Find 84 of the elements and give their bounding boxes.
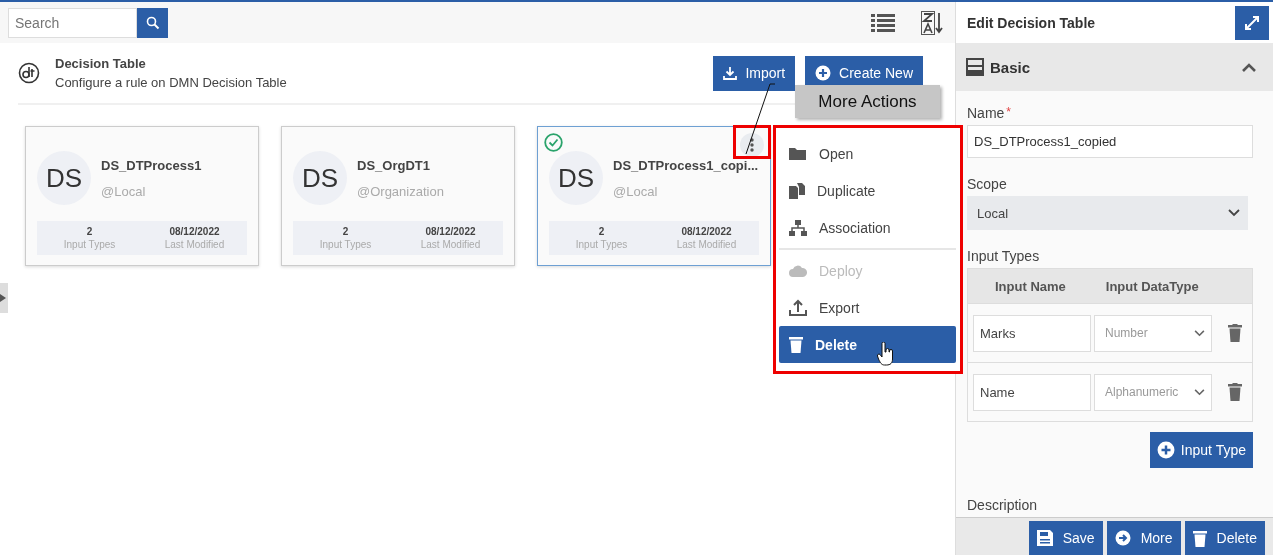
decision-table-card[interactable]: DS DS_DTProcess1 @Local 2 Input Types 08/12/2022 Last Modified — [25, 126, 259, 266]
annotation-highlight — [733, 125, 771, 159]
trash-icon — [1192, 529, 1207, 547]
section-title: Basic — [990, 58, 1032, 76]
card-title: DS_DTProcess1_copi... — [613, 157, 759, 173]
caret-icon — [0, 294, 6, 302]
decision-table-logo-icon — [18, 62, 40, 84]
scope-dropdown[interactable]: Local — [967, 196, 1248, 230]
field-label: Scope — [967, 176, 1007, 192]
more-options-button[interactable] — [740, 133, 764, 157]
panel-title: Edit Decision Table — [967, 14, 1096, 31]
add-input-type-button[interactable]: Input Type — [1149, 432, 1253, 468]
stat-label: Input Types — [63, 239, 116, 250]
search-button[interactable] — [137, 7, 168, 38]
more-actions-tooltip: More Actions — [795, 85, 940, 118]
input-name-field[interactable]: Marks — [973, 314, 1091, 352]
arrow-circle-icon — [1114, 530, 1131, 546]
folder-icon — [789, 146, 807, 161]
field-label: Name — [967, 105, 1005, 121]
text-field[interactable]: DS_DTProcess1_copied — [967, 125, 1253, 158]
sort-icon[interactable] — [921, 10, 943, 35]
menu-item[interactable]: Duplicate — [779, 172, 956, 209]
search-field[interactable]: Search — [8, 7, 137, 38]
save-button[interactable]: Save — [1028, 521, 1103, 555]
form-icon — [966, 58, 984, 76]
card-scope: @Local — [613, 183, 659, 199]
sidebar-toggle[interactable] — [0, 283, 8, 313]
menu-item[interactable]: Open — [779, 135, 956, 172]
stat-label: Input Types — [319, 239, 372, 250]
more-button[interactable]: More — [1106, 521, 1181, 555]
card-scope: @Local — [101, 183, 147, 199]
column-header: Input Name — [995, 278, 1066, 294]
download-icon — [723, 66, 738, 80]
stat-label: Input Types — [575, 239, 628, 250]
search-icon — [145, 15, 160, 30]
plus-circle-icon — [1156, 441, 1175, 459]
expand-button[interactable] — [1235, 5, 1269, 40]
menu-item[interactable]: Delete — [779, 326, 956, 363]
required-mark: * — [1006, 105, 1012, 121]
kebab-icon — [750, 138, 754, 152]
chevron-icon — [1241, 62, 1257, 72]
column-header: Input DataType — [1105, 278, 1199, 294]
stat-value: 2 — [598, 226, 605, 237]
check-circle-icon — [544, 133, 563, 152]
stat-label: Last Modified — [164, 239, 225, 250]
avatar: DS — [37, 151, 91, 205]
stat-label: Last Modified — [420, 239, 481, 250]
field-label: Input Types — [967, 248, 1040, 264]
input-name-field[interactable]: Name — [973, 373, 1091, 411]
stat-value: 08/12/2022 — [425, 226, 476, 237]
upload-icon — [789, 299, 807, 316]
card-title: DS_OrgDT1 — [357, 157, 431, 173]
delete-icon[interactable] — [1228, 324, 1242, 342]
card-scope: @Organization — [357, 183, 444, 199]
trash-icon — [789, 336, 803, 353]
stat-value: 08/12/2022 — [681, 226, 732, 237]
card-title: DS_DTProcess1 — [101, 157, 202, 173]
stat-value: 08/12/2022 — [169, 226, 220, 237]
list-view-icon[interactable] — [871, 12, 895, 33]
stat-value: 2 — [342, 226, 349, 237]
avatar: DS — [549, 151, 603, 205]
decision-table-card[interactable]: DS DS_DTProcess1_copi... @Local 2 Input Types 08/12/2022 Last Modified — [537, 126, 771, 266]
copy-icon — [789, 182, 805, 199]
avatar: DS — [293, 151, 347, 205]
cloud-icon — [789, 264, 807, 277]
chevron-down-icon — [1228, 209, 1240, 217]
stat-label: Last Modified — [676, 239, 737, 250]
section-header[interactable]: Basic — [956, 43, 1273, 91]
decision-table-card[interactable]: DS DS_OrgDT1 @Organization 2 Input Types 08/12/2022 Last Modified — [281, 126, 515, 266]
chevron-down-icon — [1194, 388, 1205, 396]
expand-icon — [1244, 14, 1260, 31]
hierarchy-icon — [789, 219, 807, 236]
delete-icon[interactable] — [1228, 383, 1242, 401]
chevron-down-icon — [1194, 329, 1205, 337]
page-title: Decision Table — [55, 56, 147, 71]
import-button[interactable]: Import — [713, 55, 796, 91]
hand-cursor-icon — [877, 342, 895, 366]
menu-item[interactable]: Association — [779, 209, 956, 246]
delete-button[interactable]: Delete — [1184, 521, 1265, 555]
plus-circle-icon — [815, 65, 832, 81]
stat-value: 2 — [86, 226, 93, 237]
field-label: Description — [967, 497, 1038, 513]
page-subtitle: Configure a rule on DMN Decision Table — [55, 75, 288, 90]
menu-item[interactable]: Export — [779, 289, 956, 326]
